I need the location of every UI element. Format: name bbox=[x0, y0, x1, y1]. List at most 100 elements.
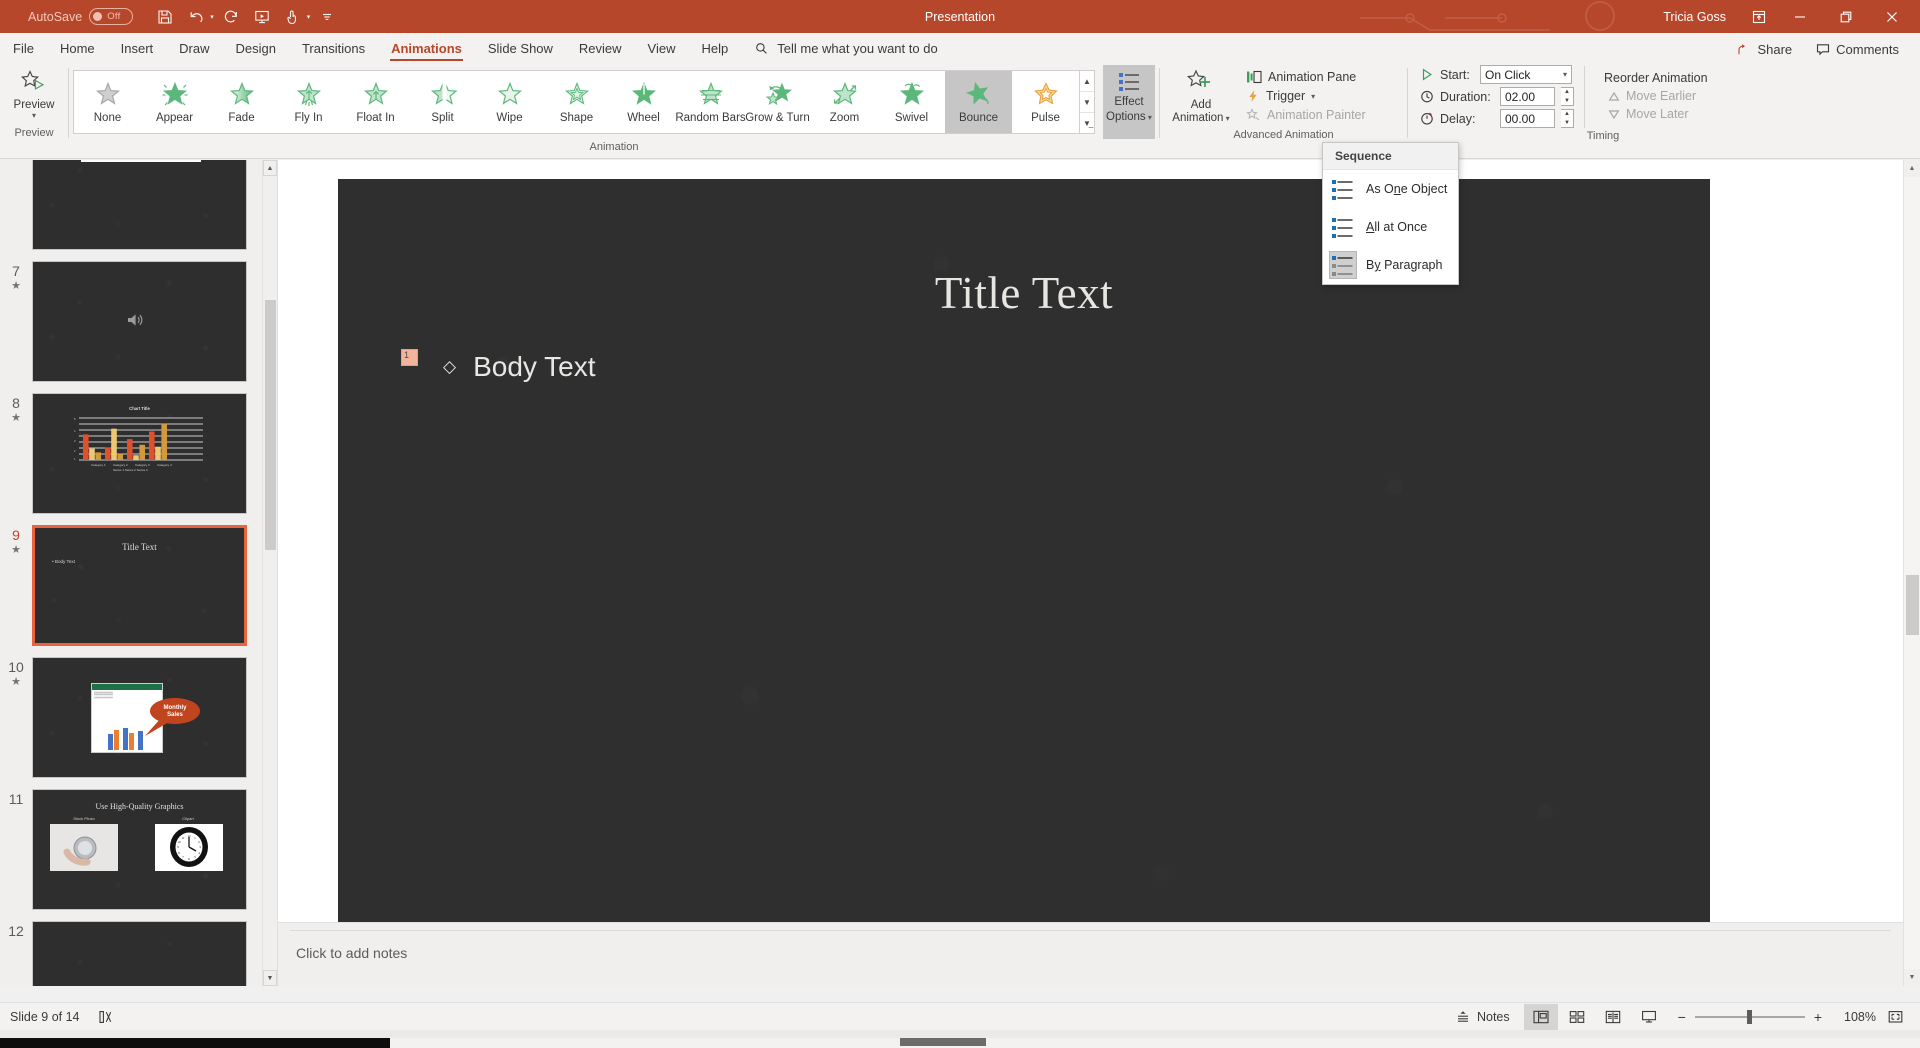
zoom-percentage[interactable]: 108% bbox=[1834, 1010, 1876, 1024]
slide-title-placeholder[interactable]: Title Text bbox=[338, 267, 1710, 319]
animation-gallery[interactable]: None Appear Fade Fly In Float In Split Wipe Sha… bbox=[73, 70, 1080, 134]
animation-swivel-option[interactable]: Swivel bbox=[878, 71, 945, 133]
tab-help[interactable]: Help bbox=[689, 38, 742, 63]
tab-design[interactable]: Design bbox=[223, 38, 289, 63]
normal-view-button[interactable] bbox=[1523, 1003, 1558, 1030]
redo-icon[interactable] bbox=[217, 4, 245, 29]
share-button[interactable]: Share bbox=[1728, 39, 1801, 60]
trigger-button[interactable]: Trigger ▾ bbox=[1242, 87, 1373, 105]
slide-thumbnail[interactable] bbox=[32, 261, 247, 382]
effect-options-caret-icon[interactable]: ▾ bbox=[1146, 113, 1152, 122]
accessibility-checker-icon[interactable] bbox=[98, 1010, 113, 1024]
animation-split-option[interactable]: Split bbox=[409, 71, 476, 133]
slide-thumbnail[interactable] bbox=[32, 160, 247, 250]
animation-zoom-option[interactable]: Zoom bbox=[811, 71, 878, 133]
slide-show-button[interactable] bbox=[1632, 1004, 1666, 1030]
duration-stepper[interactable]: ▲ ▼ bbox=[1561, 87, 1574, 106]
slide-panel-scroll-thumb[interactable] bbox=[265, 300, 276, 550]
effect-options-button[interactable]: Effect Options ▾ bbox=[1103, 65, 1155, 139]
preview-dropdown-caret-icon[interactable]: ▾ bbox=[32, 112, 36, 120]
restore-icon[interactable] bbox=[1824, 1, 1868, 33]
tell-me-search[interactable]: Tell me what you want to do bbox=[741, 38, 947, 63]
tab-file[interactable]: File bbox=[0, 38, 47, 63]
customize-qat-icon[interactable] bbox=[313, 4, 341, 29]
ribbon-display-options-icon[interactable] bbox=[1742, 1, 1776, 33]
slide-thumbnail-row[interactable]: 11 Use High-Quality Graphics Stock Photo C… bbox=[0, 784, 262, 916]
taskbar-window-button[interactable] bbox=[900, 1038, 986, 1046]
start-select-caret-icon[interactable]: ▾ bbox=[1563, 71, 1567, 79]
animation-randombars-option[interactable]: Random Bars bbox=[675, 71, 746, 133]
gallery-expand-icon[interactable]: ▼̲ bbox=[1080, 113, 1094, 133]
slide-thumbnail[interactable] bbox=[32, 921, 247, 986]
slide-panel-scroll-up-icon[interactable]: ▲ bbox=[263, 160, 277, 176]
slide-thumbnail-panel[interactable]: 6 ★ 7 ★ 8 ★ bbox=[0, 160, 277, 986]
autosave-toggle[interactable]: Off bbox=[89, 8, 134, 25]
slide-thumbnail-row[interactable]: 9 ★ Title Text • Body Text bbox=[0, 520, 262, 652]
animation-gallery-scroll[interactable]: ▲ ▼ ▼̲ bbox=[1080, 70, 1095, 134]
editor-scroll-down-icon[interactable]: ▼ bbox=[1904, 969, 1920, 986]
animation-bounce-option[interactable]: Bounce bbox=[945, 71, 1012, 133]
undo-dropdown-caret-icon[interactable]: ▾ bbox=[210, 13, 214, 21]
editor-scroll-up-icon[interactable]: ▲ bbox=[1904, 160, 1920, 177]
reading-view-button[interactable] bbox=[1596, 1004, 1630, 1030]
slide-thumbnail-row[interactable]: 10 ★ ▤▤▤▤▤▤▤▤▤▤ ▤▤▤▤▤▤▤▤▤▤ ▤▤▤▤▤▤▤▤▤▤ Mont… bbox=[0, 652, 262, 784]
tab-home[interactable]: Home bbox=[47, 38, 108, 63]
editor-scroll-thumb[interactable] bbox=[1906, 575, 1919, 635]
slide-canvas[interactable]: Title Text 1 ◇ Body Text bbox=[338, 179, 1710, 950]
animation-appear-option[interactable]: Appear bbox=[141, 71, 208, 133]
tab-draw[interactable]: Draw bbox=[166, 38, 222, 63]
notes-toggle-button[interactable]: Notes bbox=[1444, 1004, 1522, 1030]
tab-review[interactable]: Review bbox=[566, 38, 635, 63]
autosave-control[interactable]: AutoSave Off bbox=[28, 8, 134, 25]
zoom-slider-track[interactable] bbox=[1694, 1009, 1805, 1024]
duration-input[interactable]: 02.00 bbox=[1500, 87, 1555, 106]
slide-thumbnail-row[interactable]: 7 ★ bbox=[0, 256, 262, 388]
notes-pane[interactable]: Click to add notes bbox=[278, 922, 1903, 986]
zoom-out-button[interactable]: − bbox=[1678, 1009, 1686, 1025]
undo-icon[interactable] bbox=[182, 4, 210, 29]
start-presentation-icon[interactable] bbox=[248, 4, 276, 29]
slide-thumbnail-row[interactable]: 12 bbox=[0, 916, 262, 986]
touch-mode-caret-icon[interactable]: ▾ bbox=[307, 13, 311, 21]
animation-pulse-option[interactable]: Pulse bbox=[1012, 71, 1079, 133]
slide-thumbnail[interactable]: ▤▤▤▤▤▤▤▤▤▤ ▤▤▤▤▤▤▤▤▤▤ ▤▤▤▤▤▤▤▤▤▤ Monthly S… bbox=[32, 657, 247, 778]
animation-fade-option[interactable]: Fade bbox=[208, 71, 275, 133]
slide-thumbnail-row[interactable]: 8 ★ Chart Title Category 1 Category 2 Cat… bbox=[0, 388, 262, 520]
animation-order-tag[interactable]: 1 bbox=[401, 349, 418, 366]
gallery-scroll-down-icon[interactable]: ▼ bbox=[1080, 92, 1094, 113]
delay-input[interactable]: 00.00 bbox=[1500, 109, 1555, 128]
tab-insert[interactable]: Insert bbox=[108, 38, 167, 63]
slide-body-placeholder[interactable]: ◇ Body Text bbox=[443, 351, 596, 383]
animation-wheel-option[interactable]: Wheel bbox=[610, 71, 677, 133]
tab-slide-show[interactable]: Slide Show bbox=[475, 38, 566, 63]
minimize-icon[interactable] bbox=[1778, 1, 1822, 33]
sequence-by-paragraph-menu-item[interactable]: By Paragraph bbox=[1323, 246, 1458, 284]
slide-sorter-view-button[interactable] bbox=[1560, 1004, 1594, 1030]
slide-thumbnail[interactable]: Title Text • Body Text bbox=[32, 525, 247, 646]
animation-flyin-option[interactable]: Fly In bbox=[275, 71, 342, 133]
animation-shape-option[interactable]: Shape bbox=[543, 71, 610, 133]
slide-canvas-area[interactable]: Title Text 1 ◇ Body Text bbox=[278, 160, 1903, 976]
fit-slide-to-window-button[interactable] bbox=[1878, 1004, 1912, 1030]
slide-panel-scroll-down-icon[interactable]: ▼ bbox=[263, 970, 277, 986]
tab-animations[interactable]: Animations bbox=[378, 38, 475, 63]
close-icon[interactable] bbox=[1870, 1, 1914, 33]
trigger-caret-icon[interactable]: ▾ bbox=[1311, 92, 1315, 100]
editor-vertical-scrollbar[interactable]: ▲ ▼ bbox=[1903, 160, 1920, 986]
slide-thumbnail[interactable]: Chart Title Category 1 Category 2 Categor… bbox=[32, 393, 247, 514]
animation-floatin-option[interactable]: Float In bbox=[342, 71, 409, 133]
animation-none-option[interactable]: None bbox=[74, 71, 141, 133]
slide-thumbnail-row[interactable]: 6 ★ bbox=[0, 160, 262, 256]
touch-mode-icon[interactable] bbox=[279, 4, 307, 29]
zoom-in-button[interactable]: + bbox=[1814, 1009, 1822, 1025]
animation-growturn-option[interactable]: Grow & Turn bbox=[744, 71, 811, 133]
zoom-slider[interactable]: − + bbox=[1678, 1009, 1822, 1025]
comments-button[interactable]: Comments bbox=[1807, 39, 1908, 60]
effect-options-dropdown-menu[interactable]: Sequence As One Object All at Once By Para… bbox=[1322, 142, 1459, 285]
delay-stepper[interactable]: ▲ ▼ bbox=[1561, 109, 1574, 128]
notes-placeholder[interactable]: Click to add notes bbox=[278, 931, 1903, 961]
slide-counter[interactable]: Slide 9 of 14 bbox=[10, 1010, 80, 1024]
add-animation-caret-icon[interactable]: ▾ bbox=[1223, 114, 1230, 123]
add-animation-button[interactable]: Add Animation ▾ bbox=[1164, 65, 1238, 127]
tab-transitions[interactable]: Transitions bbox=[289, 38, 378, 63]
